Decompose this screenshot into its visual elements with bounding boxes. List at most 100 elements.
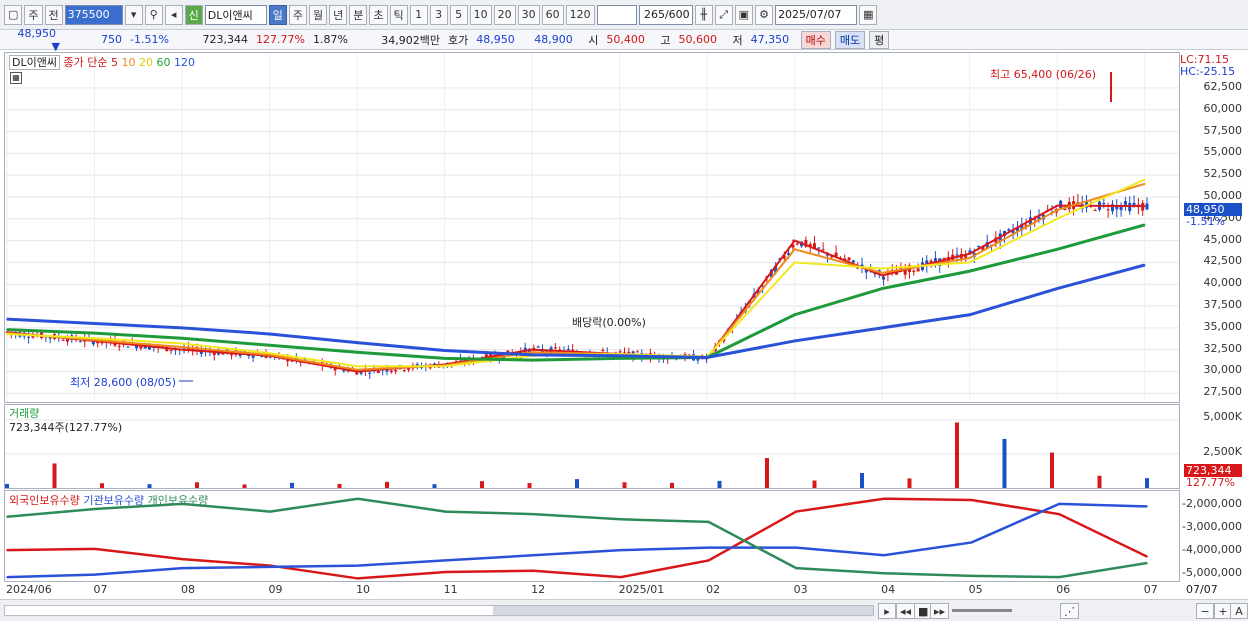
holding-point xyxy=(356,497,359,500)
ma-10-point xyxy=(356,368,358,371)
save-icon[interactable]: ▣ xyxy=(734,4,754,25)
x-axis-right-label: 07/07 xyxy=(1186,583,1218,596)
bar-count-input[interactable]: 265/600 xyxy=(638,4,693,25)
interval-5[interactable]: 5 xyxy=(449,4,468,25)
holding-point xyxy=(883,554,885,557)
candle-body xyxy=(851,260,855,263)
holding-point xyxy=(444,510,447,513)
buy-button[interactable]: 매수 xyxy=(800,30,831,49)
volume-bar xyxy=(717,480,722,488)
period-week[interactable]: 주 xyxy=(288,4,308,25)
layout-icon[interactable]: ▢ xyxy=(4,4,23,25)
period-tick[interactable]: 틱 xyxy=(389,4,408,25)
price-tick: 42,500 xyxy=(1203,254,1243,268)
volume-panel: 거래량 723,344주(127.77%) xyxy=(4,404,1180,489)
volume-bar xyxy=(622,482,627,488)
ma-legend-label: 종가 단순 xyxy=(63,56,108,69)
candle-body xyxy=(601,349,605,351)
chart-type-icon[interactable]: ⋰ xyxy=(1060,603,1079,619)
ma-60-label: 60 xyxy=(156,56,171,69)
price-chart[interactable] xyxy=(5,53,1179,402)
candle-body xyxy=(117,345,121,347)
ma-120-point xyxy=(881,327,883,329)
holding-point xyxy=(707,546,710,549)
market-select[interactable]: 주 xyxy=(24,4,43,25)
interval-20[interactable]: 20 xyxy=(493,4,516,25)
ma-20-point xyxy=(443,365,446,368)
candle-body xyxy=(368,372,372,374)
gear-icon[interactable]: ⚙ xyxy=(755,4,774,25)
ma-20-point xyxy=(356,365,358,368)
ma-20-point xyxy=(793,261,796,264)
holding-point xyxy=(6,515,8,518)
bid-price: 48,900 xyxy=(534,33,573,46)
prev-button[interactable]: 전 xyxy=(44,4,63,25)
search-icon[interactable]: ⚲ xyxy=(144,4,163,25)
ma-120-point xyxy=(706,356,708,359)
ma-120-point xyxy=(968,313,971,316)
period-month[interactable]: 월 xyxy=(309,4,328,25)
ma-10-point xyxy=(268,354,271,356)
scroll-track[interactable] xyxy=(4,605,874,616)
rewind-icon[interactable]: ◂◂ xyxy=(896,603,916,619)
date-input[interactable]: 2025/07/07 xyxy=(775,4,858,25)
volume-bar xyxy=(385,481,389,488)
period-year[interactable]: 년 xyxy=(329,4,348,25)
price-tick: 37,500 xyxy=(1203,298,1243,312)
interval-1[interactable]: 1 xyxy=(409,4,428,25)
interval-120[interactable]: 120 xyxy=(565,4,595,25)
grid-toggle-icon[interactable]: ▦ xyxy=(10,72,22,84)
font-size-icon[interactable]: A xyxy=(1230,603,1248,619)
volume-bar xyxy=(860,473,864,488)
candle-body xyxy=(212,352,216,356)
candle-body xyxy=(1123,201,1127,205)
period-second[interactable]: 초 xyxy=(369,4,388,25)
candle-body xyxy=(48,337,52,339)
volume-bar xyxy=(1097,475,1102,488)
interval-10[interactable]: 10 xyxy=(469,4,492,25)
stock-code-input[interactable]: 375500 xyxy=(64,4,123,25)
interval-custom-input[interactable] xyxy=(596,4,637,25)
candle-body xyxy=(402,370,406,372)
sell-button[interactable]: 매도 xyxy=(834,30,866,49)
candle-body xyxy=(27,336,31,338)
volume-bar xyxy=(100,483,104,488)
ma-5-point xyxy=(356,370,358,373)
ma-120-point xyxy=(356,341,358,344)
zoom-slider[interactable] xyxy=(952,609,1012,612)
volume-bar xyxy=(290,482,294,488)
holding-axis: -2,000,000 -3,000,000 -4,000,000 -5,000,… xyxy=(1180,490,1248,582)
ma-60-point xyxy=(443,357,446,360)
candle-type-icon[interactable]: ╫ xyxy=(694,4,713,25)
calendar-icon[interactable]: ▦ xyxy=(859,4,878,25)
scroll-right-icon[interactable]: ▸ xyxy=(878,603,896,619)
x-tick-label: 11 xyxy=(443,583,458,596)
candle-body xyxy=(139,346,143,349)
holding-point xyxy=(6,576,8,578)
ma-60-point xyxy=(618,357,621,360)
eval-button[interactable]: 평 xyxy=(869,30,890,49)
speaker-icon[interactable]: ◂ xyxy=(164,4,183,25)
interval-3[interactable]: 3 xyxy=(429,4,448,25)
interval-30[interactable]: 30 xyxy=(517,4,540,25)
draw-tool-icon[interactable]: ⤢ xyxy=(714,4,733,25)
price-tick: 52,500 xyxy=(1203,167,1243,181)
ma-10-point xyxy=(793,248,796,251)
period-minute[interactable]: 분 xyxy=(349,4,368,25)
ma-5-point xyxy=(181,348,183,351)
volume-bar xyxy=(955,422,959,488)
holding-point xyxy=(269,510,271,513)
current-volume-ratio: 127.77% xyxy=(1186,476,1235,489)
period-day[interactable]: 일 xyxy=(268,4,287,25)
volume-bar xyxy=(52,463,57,488)
zoom-out-icon[interactable]: − xyxy=(1196,603,1214,619)
volume-chart[interactable] xyxy=(5,405,1179,488)
scroll-thumb[interactable] xyxy=(493,606,873,615)
holding-point xyxy=(93,548,96,550)
interval-60[interactable]: 60 xyxy=(541,4,564,25)
ma-120-point xyxy=(6,318,8,320)
holding-line xyxy=(6,497,1148,580)
fast-forward-icon[interactable]: ▸▸ xyxy=(930,603,950,619)
holding-point xyxy=(970,541,973,544)
code-dropdown-icon[interactable]: ▾ xyxy=(124,4,143,25)
